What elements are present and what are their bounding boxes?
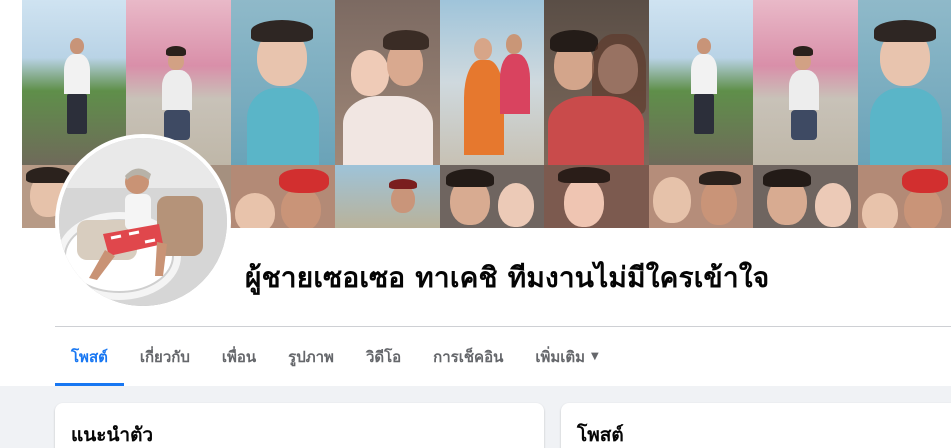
cover-tile: [753, 165, 858, 228]
cover-tile: [440, 0, 544, 165]
tab-label: เพื่อน: [221, 347, 257, 366]
tab-label: รูปภาพ: [288, 347, 334, 366]
posts-card: โพสต์: [561, 403, 951, 448]
posts-card-title: โพสต์: [577, 424, 624, 446]
cover-tile: [649, 165, 753, 228]
profile-tabs: โพสต์ เกี่ยวกับ เพื่อน รูปภาพ วิดีโอ การ…: [55, 327, 615, 386]
tab-label: เกี่ยวกับ: [139, 347, 190, 366]
caret-down-icon: ▼: [591, 351, 599, 362]
cover-tile: [335, 165, 440, 228]
cover-tile: [858, 165, 951, 228]
profile-avatar[interactable]: [55, 134, 231, 310]
tab-label: โพสต์: [71, 347, 108, 366]
tab-friends[interactable]: เพื่อน: [206, 327, 272, 386]
cover-tile: [231, 0, 335, 165]
tab-posts[interactable]: โพสต์: [55, 327, 124, 386]
cover-tile: [335, 0, 440, 165]
profile-name: ผู้ชายเซอเซอ ทาเคชิ ทีมงานไม่มีใครเข้าใจ: [245, 261, 770, 294]
tab-more[interactable]: เพิ่มเติม ▼: [519, 327, 614, 386]
cover-tile: [231, 165, 335, 228]
profile-header: ผู้ชายเซอเซอ ทาเคชิ ทีมงานไม่มีใครเข้าใจ…: [0, 0, 951, 386]
tab-check-ins[interactable]: การเช็คอิน: [417, 327, 519, 386]
tab-label: เพิ่มเติม: [535, 347, 586, 366]
cover-tile: [544, 165, 649, 228]
cover-tile: [440, 165, 544, 228]
tab-videos[interactable]: วิดีโอ: [350, 327, 417, 386]
intro-card-title: แนะนำตัว: [71, 424, 154, 446]
tab-label: การเช็คอิน: [433, 347, 504, 366]
intro-card: แนะนำตัว: [55, 403, 544, 448]
cover-tile: [649, 0, 753, 165]
tab-about[interactable]: เกี่ยวกับ: [124, 327, 206, 386]
cover-tile: [544, 0, 649, 165]
avatar-photo: [59, 138, 227, 306]
tab-photos[interactable]: รูปภาพ: [272, 327, 350, 386]
cover-tile: [858, 0, 951, 165]
cover-tile: [753, 0, 858, 165]
tab-label: วิดีโอ: [365, 347, 402, 366]
